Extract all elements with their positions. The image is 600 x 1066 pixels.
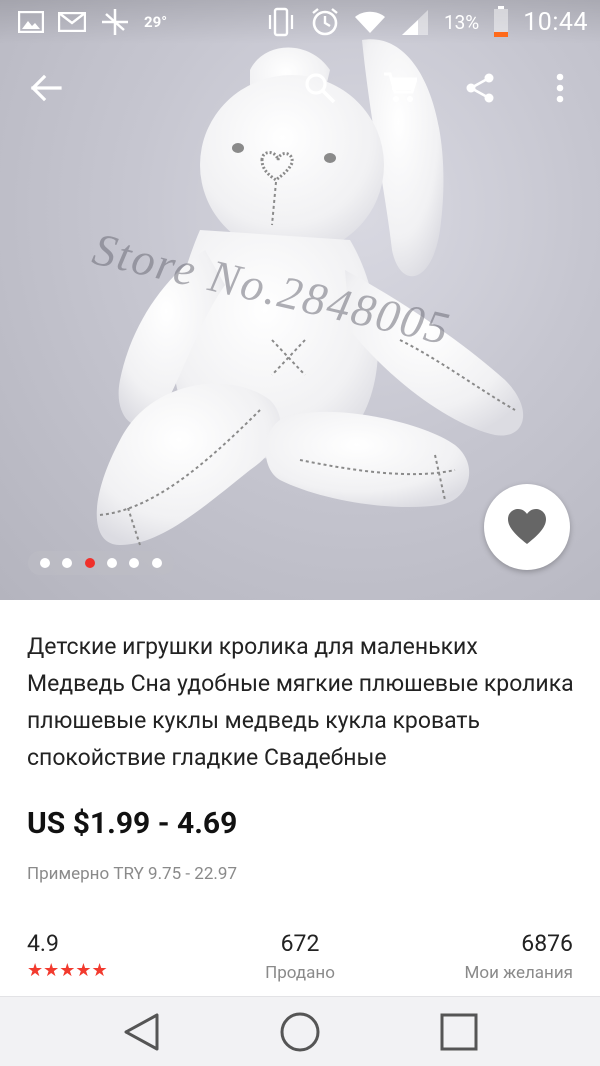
more-vert-icon [556,73,564,103]
carousel-indicator [28,551,174,575]
signal-icon [400,8,430,36]
battery-icon [493,6,509,38]
nav-back-button[interactable] [118,1009,164,1055]
circle-home-icon [280,1012,320,1052]
status-temperature: 29° [144,13,168,31]
nav-home-button[interactable] [277,1009,323,1055]
share-icon [466,73,494,103]
mail-icon [58,12,86,32]
status-time: 10:44 [523,7,588,37]
wishlist-value: 6876 [521,930,573,957]
weather-icon [100,9,130,35]
product-title: Детские игрушки кролика для маленьких Ме… [27,633,574,771]
product-price: US $1.99 - 4.69 [27,806,238,841]
status-bar: 29° 13% 10:44 [0,0,600,44]
alarm-icon [310,7,340,37]
back-button[interactable] [20,62,72,114]
wishlist-block: 6876 Мои желания [465,930,573,983]
vibrate-icon [266,7,296,37]
cart-button[interactable] [374,62,426,114]
rating-stars-icon: ★★★★★ [27,960,108,981]
approx-price: Примерно TRY 9.75 - 22.97 [27,864,237,884]
add-to-wishlist-button[interactable] [484,484,570,570]
more-options-button[interactable] [534,62,586,114]
sold-label: Продано [265,963,335,983]
share-button[interactable] [454,62,506,114]
nav-recents-button[interactable] [436,1009,482,1055]
arrow-left-icon [30,74,62,102]
search-icon [305,73,336,104]
carousel-dot[interactable] [84,558,95,568]
carousel-dot[interactable] [40,558,51,568]
carousel-dot[interactable] [107,558,118,568]
carousel-dot[interactable] [129,558,140,568]
sold-block: 672 Продано [230,930,370,983]
wishlist-label: Мои желания [464,963,573,983]
carousel-dot[interactable] [62,558,73,568]
heart-icon [508,509,546,544]
cart-icon [384,72,417,102]
rating-block[interactable]: 4.9 ★★★★★ [27,930,108,981]
product-stats: 4.9 ★★★★★ 672 Продано 6876 Мои желания [0,930,600,996]
battery-percent: 13% [443,10,480,34]
square-recents-icon [440,1013,478,1051]
carousel-dot[interactable] [151,558,162,568]
system-nav-bar [0,996,600,1066]
wifi-icon [354,9,386,35]
search-button[interactable] [294,62,346,114]
rating-value: 4.9 [27,930,59,957]
gallery-icon [18,11,44,33]
sold-value: 672 [280,930,320,957]
triangle-back-icon [124,1013,159,1051]
